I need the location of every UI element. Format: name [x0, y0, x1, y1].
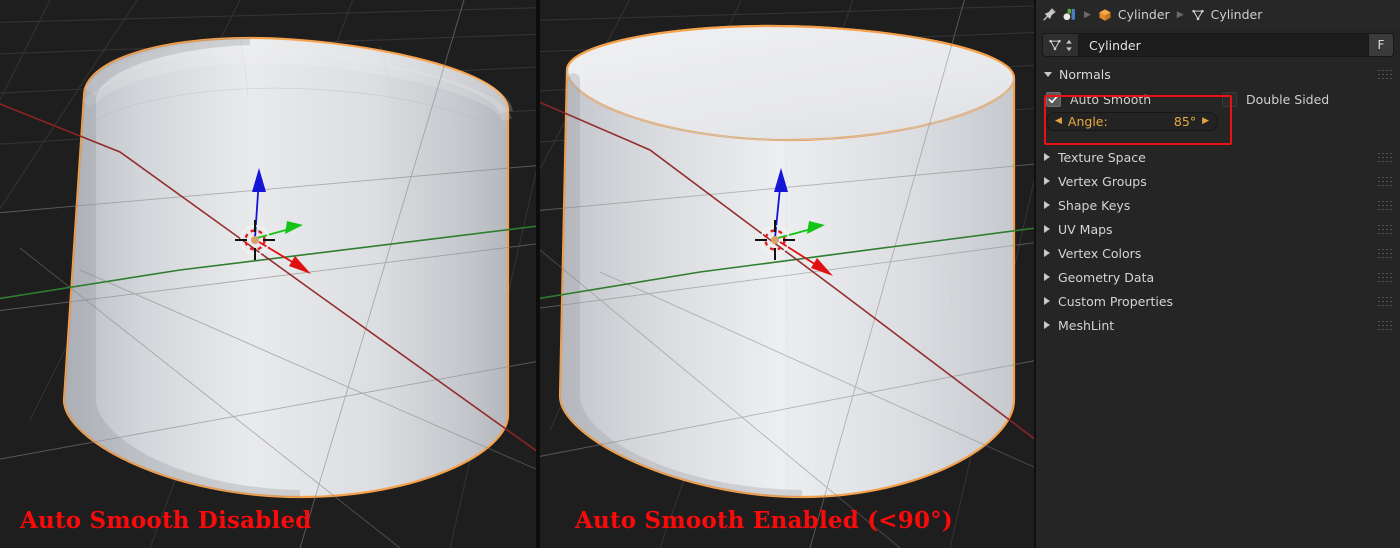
panel-label: MeshLint: [1058, 317, 1115, 333]
angle-slider[interactable]: ◀ Angle: 85° ▶: [1046, 112, 1218, 131]
panel-grip-icon[interactable]: [1378, 176, 1392, 186]
angle-value: 85°: [1173, 114, 1197, 129]
panel-vertex-colors[interactable]: Vertex Colors: [1036, 241, 1400, 265]
auto-smooth-checkbox[interactable]: Auto Smooth: [1046, 92, 1222, 107]
viewport-right[interactable]: Auto Smooth Enabled (<90°): [540, 0, 1036, 548]
panel-grip-icon[interactable]: [1378, 224, 1392, 234]
chevron-right-icon: [1044, 321, 1050, 329]
panel-label: Shape Keys: [1058, 197, 1131, 213]
breadcrumb-label-mesh: Cylinder: [1210, 7, 1263, 22]
3d-cursor: [235, 220, 275, 260]
transform-gizmo-right[interactable]: [735, 160, 865, 290]
panel-label: Vertex Colors: [1058, 245, 1142, 261]
breadcrumb-item-object[interactable]: Cylinder: [1098, 7, 1170, 22]
viewport-left[interactable]: Auto Smooth Disabled: [0, 0, 538, 548]
mesh-data-icon: [1191, 8, 1205, 22]
normals-checkbox-row: Auto Smooth Double Sided: [1036, 92, 1400, 107]
panel-grip-icon[interactable]: [1378, 200, 1392, 210]
mesh-name-row: Cylinder F: [1042, 33, 1394, 57]
mesh-datablock-selector[interactable]: [1042, 33, 1078, 57]
panel-uv-maps[interactable]: UV Maps: [1036, 217, 1400, 241]
panel-grip-icon[interactable]: [1378, 296, 1392, 306]
pin-icon[interactable]: [1042, 7, 1057, 22]
fake-user-label: F: [1377, 38, 1385, 52]
panel-label: UV Maps: [1058, 221, 1113, 237]
chevron-right-icon: [1044, 177, 1050, 185]
section-label-normals: Normals: [1059, 66, 1111, 82]
panel-grip-icon[interactable]: [1378, 248, 1392, 258]
panel-grip-icon[interactable]: [1378, 152, 1392, 162]
normals-body: Auto Smooth Double Sided ◀ Angle: 85° ▶: [1036, 92, 1400, 145]
properties-editor-icon[interactable]: [1062, 7, 1077, 22]
mesh-name-value: Cylinder: [1089, 37, 1141, 53]
chevron-right-icon: [1044, 201, 1050, 209]
panel-grip-icon[interactable]: [1378, 272, 1392, 282]
collapsed-panel-list: Texture Space Vertex Groups Shape Keys U…: [1036, 145, 1400, 337]
double-sided-label: Double Sided: [1246, 92, 1330, 107]
transform-gizmo-left[interactable]: [215, 160, 335, 285]
breadcrumb-sep-1: ▶: [1176, 9, 1184, 20]
panel-label: Texture Space: [1058, 149, 1146, 165]
panel-geometry-data[interactable]: Geometry Data: [1036, 265, 1400, 289]
object-icon: [1098, 8, 1112, 22]
arrow-left-icon[interactable]: ◀: [1055, 117, 1062, 126]
chevron-right-icon: [1044, 297, 1050, 305]
checkbox-unchecked-icon: [1222, 92, 1237, 107]
panel-meshlint[interactable]: MeshLint: [1036, 313, 1400, 337]
chevron-updown-icon: [1065, 39, 1073, 52]
caption-left: Auto Smooth Disabled: [20, 507, 312, 534]
auto-smooth-label: Auto Smooth: [1070, 92, 1152, 107]
properties-panel: ▶ Cylinder ▶ Cylinder Cylinder F Normals…: [1036, 0, 1400, 548]
panel-texture-space[interactable]: Texture Space: [1036, 145, 1400, 169]
mesh-name-input[interactable]: Cylinder: [1078, 33, 1369, 57]
breadcrumb-label-object: Cylinder: [1117, 7, 1170, 22]
blender-window: Auto Smooth Disabled Auto Smooth Enabled…: [0, 0, 1400, 548]
caption-right: Auto Smooth Enabled (<90°): [575, 507, 953, 534]
fake-user-button[interactable]: F: [1369, 33, 1394, 57]
double-sided-checkbox[interactable]: Double Sided: [1222, 92, 1329, 107]
panel-label: Geometry Data: [1058, 269, 1155, 285]
chevron-down-icon: [1044, 71, 1052, 77]
viewport-seam: [536, 0, 540, 548]
checkbox-checked-icon: [1046, 92, 1061, 107]
panel-label: Vertex Groups: [1058, 173, 1147, 189]
panel-grip-icon[interactable]: [1378, 320, 1392, 330]
chevron-right-icon: [1044, 249, 1050, 257]
panel-grip-icon[interactable]: [1378, 69, 1392, 79]
3d-cursor: [755, 220, 795, 260]
panel-custom-properties[interactable]: Custom Properties: [1036, 289, 1400, 313]
panel-vertex-groups[interactable]: Vertex Groups: [1036, 169, 1400, 193]
angle-label: Angle:: [1067, 114, 1108, 129]
breadcrumb-sep-0: ▶: [1084, 9, 1091, 20]
breadcrumb: ▶ Cylinder ▶ Cylinder: [1036, 0, 1400, 29]
chevron-right-icon: [1044, 153, 1050, 161]
chevron-right-icon: [1044, 225, 1050, 233]
panel-label: Custom Properties: [1058, 293, 1174, 309]
breadcrumb-item-mesh[interactable]: Cylinder: [1191, 7, 1263, 22]
panel-shape-keys[interactable]: Shape Keys: [1036, 193, 1400, 217]
section-header-normals[interactable]: Normals: [1036, 64, 1400, 84]
arrow-right-icon[interactable]: ▶: [1202, 117, 1209, 126]
chevron-right-icon: [1044, 273, 1050, 281]
mesh-data-icon: [1048, 38, 1062, 52]
